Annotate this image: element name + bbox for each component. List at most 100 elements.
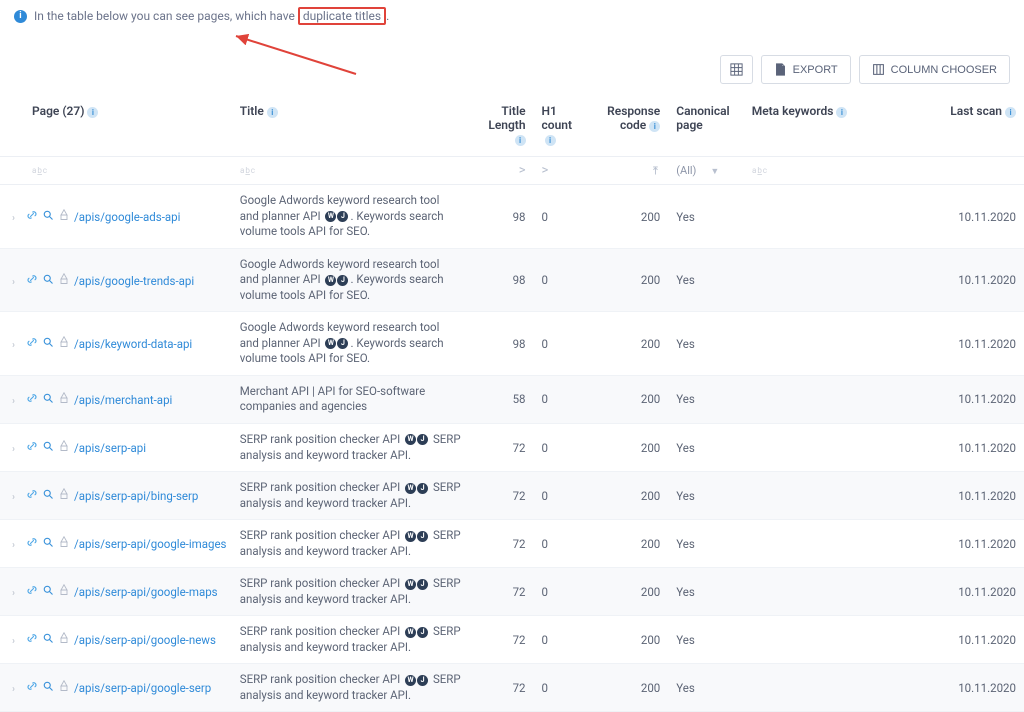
col-header-canonical[interactable]: Canonical page — [668, 94, 743, 157]
filter-response-code[interactable]: ⇤ — [593, 157, 668, 185]
text-filter-icon — [240, 164, 258, 175]
text-filter-icon — [32, 164, 50, 175]
crawl-icon[interactable] — [58, 536, 70, 551]
filter-title-length[interactable]: > — [469, 157, 534, 185]
crawl-icon[interactable] — [58, 336, 70, 351]
expand-row-toggle[interactable]: › — [12, 277, 22, 288]
column-chooser-button[interactable]: COLUMN CHOOSER — [859, 55, 1010, 84]
chevron-down-icon: ▼ — [710, 167, 719, 177]
crawl-icon[interactable] — [58, 440, 70, 455]
table-header-row: Page (27)i Titlei Title Lengthi H1 count… — [0, 94, 1024, 157]
crawl-icon[interactable] — [58, 273, 70, 288]
filter-canonical[interactable]: (All)▼ — [668, 157, 743, 185]
expand-row-toggle[interactable]: › — [12, 636, 22, 647]
inspect-icon[interactable] — [42, 209, 54, 224]
inspect-icon[interactable] — [42, 488, 54, 503]
page-url-link[interactable]: /apis/serp-api/bing-serp — [74, 489, 198, 503]
crawl-icon[interactable] — [58, 392, 70, 407]
cell-last-scan: 10.11.2020 — [927, 616, 1024, 664]
open-link-icon[interactable] — [26, 632, 38, 647]
crawl-icon[interactable] — [58, 488, 70, 503]
expand-row-toggle[interactable]: › — [12, 684, 22, 695]
inspect-icon[interactable] — [42, 632, 54, 647]
filter-page[interactable] — [0, 157, 232, 185]
cell-page: › /apis/serp-api/google-maps — [0, 568, 232, 616]
inspect-icon[interactable] — [42, 584, 54, 599]
export-button[interactable]: EXPORT — [761, 55, 851, 84]
open-link-icon[interactable] — [26, 584, 38, 599]
banner-text-after: . — [386, 9, 389, 23]
inspect-icon[interactable] — [42, 273, 54, 288]
cell-last-scan: 10.11.2020 — [927, 472, 1024, 520]
cell-title-length: 98 — [469, 312, 534, 376]
open-link-icon[interactable] — [26, 209, 38, 224]
inspect-icon[interactable] — [42, 336, 54, 351]
filter-title[interactable] — [232, 157, 469, 185]
open-link-icon[interactable] — [26, 392, 38, 407]
open-link-icon[interactable] — [26, 336, 38, 351]
col-header-response-code[interactable]: Response codei — [593, 94, 668, 157]
col-header-page[interactable]: Page (27)i — [0, 94, 232, 157]
crawl-icon[interactable] — [58, 209, 70, 224]
expand-row-toggle[interactable]: › — [12, 396, 22, 407]
chevron-right-icon: > — [519, 163, 526, 178]
col-header-h1-count[interactable]: H1 counti — [534, 94, 593, 157]
col-header-meta-keywords[interactable]: Meta keywordsi — [744, 94, 927, 157]
expand-row-toggle[interactable]: › — [12, 340, 22, 351]
cell-title: Merchant API | API for SEO-software comp… — [232, 375, 469, 423]
chevron-right-icon: > — [542, 163, 549, 178]
col-header-last-scan[interactable]: Last scani — [927, 94, 1024, 157]
expand-row-toggle[interactable]: › — [12, 444, 22, 455]
expand-row-toggle[interactable]: › — [12, 492, 22, 503]
open-link-icon[interactable] — [26, 273, 38, 288]
cell-canonical: Yes — [668, 375, 743, 423]
page-url-link[interactable]: /apis/serp-api/google-maps — [74, 585, 218, 599]
inspect-icon[interactable] — [42, 536, 54, 551]
cell-canonical: Yes — [668, 185, 743, 249]
filter-last-scan[interactable] — [927, 157, 1024, 185]
open-link-icon[interactable] — [26, 680, 38, 695]
cms-badge: WJ — [405, 627, 428, 638]
inspect-icon[interactable] — [42, 392, 54, 407]
crawl-icon[interactable] — [58, 584, 70, 599]
open-link-icon[interactable] — [26, 488, 38, 503]
page-url-link[interactable]: /apis/serp-api/google-images — [74, 537, 227, 551]
cell-h1-count: 0 — [534, 248, 593, 312]
open-link-icon[interactable] — [26, 536, 38, 551]
cell-page: › /apis/serp-api — [0, 424, 232, 472]
col-header-title-length[interactable]: Title Lengthi — [469, 94, 534, 157]
page-url-link[interactable]: /apis/merchant-api — [74, 393, 172, 407]
cell-page: › /apis/serp-api/google-images — [0, 520, 232, 568]
page-url-link[interactable]: /apis/serp-api — [74, 441, 146, 455]
hint-icon: i — [836, 107, 847, 118]
cell-last-scan: 10.11.2020 — [927, 568, 1024, 616]
inspect-icon[interactable] — [42, 440, 54, 455]
cell-title-length: 72 — [469, 616, 534, 664]
hint-icon: i — [267, 107, 278, 118]
expand-row-toggle[interactable]: › — [12, 540, 22, 551]
cell-title: SERP rank position checker API WJ SERP a… — [232, 664, 469, 712]
cell-meta-keywords — [744, 248, 927, 312]
crawl-icon[interactable] — [58, 632, 70, 647]
crawl-icon[interactable] — [58, 680, 70, 695]
table-row: ›/apis/serp-api/google-mapsSERP rank pos… — [0, 568, 1024, 616]
filter-h1[interactable]: > — [534, 157, 593, 185]
cell-response-code: 200 — [593, 472, 668, 520]
inspect-icon[interactable] — [42, 680, 54, 695]
open-link-icon[interactable] — [26, 440, 38, 455]
col-header-title[interactable]: Titlei — [232, 94, 469, 157]
page-url-link[interactable]: /apis/serp-api/google-news — [74, 633, 216, 647]
page-url-link[interactable]: /apis/google-ads-api — [74, 210, 180, 224]
layout-toggle-button[interactable] — [720, 55, 753, 84]
expand-row-toggle[interactable]: › — [12, 213, 22, 224]
cell-h1-count: 0 — [534, 568, 593, 616]
page-url-link[interactable]: /apis/keyword-data-api — [74, 337, 192, 351]
page-url-link[interactable]: /apis/serp-api/google-serp — [74, 681, 211, 695]
cell-response-code: 200 — [593, 520, 668, 568]
cms-badge: WJ — [325, 211, 348, 222]
export-icon — [774, 63, 787, 76]
filter-meta-keywords[interactable] — [744, 157, 927, 185]
expand-row-toggle[interactable]: › — [12, 588, 22, 599]
page-url-link[interactable]: /apis/google-trends-api — [74, 274, 194, 288]
table-row: ›/apis/serp-api/google-newsSERP rank pos… — [0, 616, 1024, 664]
